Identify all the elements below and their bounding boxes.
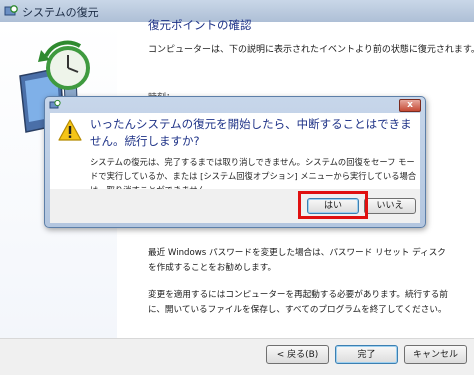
dialog-content: いったんシステムの復元を開始したら、中断することはできません。続行しますか? シ… [50, 113, 420, 195]
system-restore-icon [49, 99, 61, 109]
restart-note: 変更を適用するにはコンピューターを再起動する必要があります。続行する前に、開いて… [148, 290, 448, 315]
page-heading: 復元ポイントの確認 [148, 18, 252, 32]
back-button[interactable]: < 戻る(B) [266, 345, 329, 364]
no-button[interactable]: いいえ [364, 198, 416, 214]
highlight-box [298, 191, 368, 219]
system-restore-icon [4, 5, 18, 16]
intro-text: コンピューターは、下の説明に表示されたイベントより前の状態に復元されます。 [148, 45, 474, 55]
wizard-button-bar [0, 338, 474, 375]
window-title: システムの復元 [22, 6, 99, 19]
dialog-main-instruction: いったんシステムの復元を開始したら、中断することはできません。続行しますか? [90, 117, 412, 148]
password-reset-note: 最近 Windows パスワードを変更した場合は、パスワード リセット ディスク… [148, 248, 446, 273]
warning-icon [58, 119, 82, 141]
finish-button[interactable]: 完了 [335, 345, 398, 364]
close-button[interactable]: x [399, 99, 421, 112]
cancel-button[interactable]: キャンセル [404, 345, 467, 364]
